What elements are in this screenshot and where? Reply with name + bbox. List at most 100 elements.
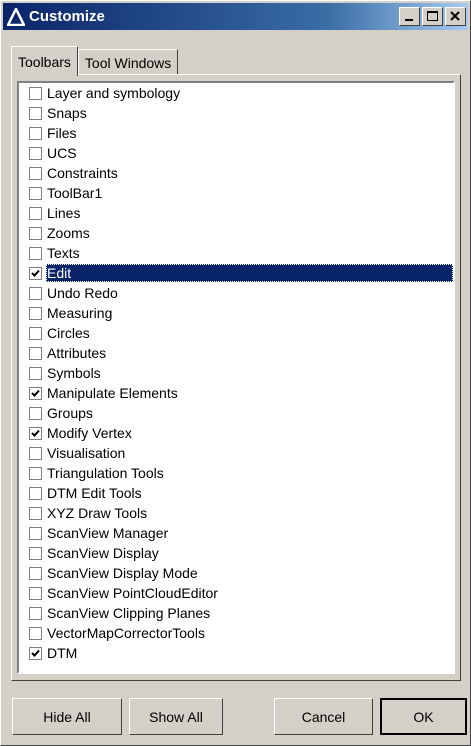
hide-all-button[interactable]: Hide All — [12, 698, 122, 735]
toolbar-label: ScanView Display Mode — [47, 565, 198, 581]
toolbar-label: Groups — [47, 405, 93, 421]
toolbar-label: ToolBar1 — [47, 185, 103, 201]
toolbar-label: Manipulate Elements — [47, 385, 178, 401]
checkmark-icon — [31, 269, 40, 277]
tab-tool-windows[interactable]: Tool Windows — [77, 49, 179, 75]
ok-button[interactable]: OK — [380, 698, 467, 735]
toolbar-label: Measuring — [47, 305, 113, 321]
checkbox[interactable] — [29, 486, 42, 500]
toolbar-label: ScanView Display — [47, 545, 159, 561]
checkbox[interactable] — [29, 446, 42, 460]
minimize-button[interactable] — [399, 7, 420, 26]
toolbar-list-item[interactable]: Texts — [19, 243, 453, 263]
toolbar-label: Layer and symbology — [47, 85, 181, 101]
checkbox[interactable] — [29, 466, 42, 480]
checkbox[interactable] — [29, 606, 42, 620]
checkbox[interactable] — [29, 86, 42, 100]
close-icon — [450, 11, 460, 21]
toolbar-label: DTM Edit Tools — [47, 485, 142, 501]
toolbar-list-item[interactable]: Measuring — [19, 303, 453, 323]
toolbar-list-item[interactable]: Visualisation — [19, 443, 453, 463]
checkmark-icon — [31, 649, 40, 657]
toolbar-list-item[interactable]: Constraints — [19, 163, 453, 183]
checkbox[interactable] — [29, 326, 42, 340]
checkbox[interactable] — [29, 246, 42, 260]
checkbox[interactable] — [29, 266, 42, 280]
toolbar-list-item[interactable]: Undo Redo — [19, 283, 453, 303]
toolbar-list-item[interactable]: XYZ Draw Tools — [19, 503, 453, 523]
checkbox[interactable] — [29, 166, 42, 180]
checkbox[interactable] — [29, 126, 42, 140]
checkbox[interactable] — [29, 366, 42, 380]
checkbox[interactable] — [29, 186, 42, 200]
title-bar[interactable]: Customize — [3, 3, 468, 30]
checkbox[interactable] — [29, 426, 42, 440]
checkbox[interactable] — [29, 226, 42, 240]
checkbox[interactable] — [29, 406, 42, 420]
toolbar-list-item[interactable]: Manipulate Elements — [19, 383, 453, 403]
checkbox[interactable] — [29, 286, 42, 300]
toolbar-list-item[interactable]: ToolBar1 — [19, 183, 453, 203]
tab-strip: Toolbars Tool Windows — [11, 45, 179, 76]
customize-dialog: Customize Toolbars Tool Windows Layer an… — [0, 0, 471, 746]
toolbar-list-item[interactable]: Zooms — [19, 223, 453, 243]
checkbox[interactable] — [29, 386, 42, 400]
toolbar-label: Triangulation Tools — [47, 465, 164, 481]
checkbox[interactable] — [29, 626, 42, 640]
checkmark-icon — [31, 389, 40, 397]
toolbar-list-item[interactable]: VectorMapCorrectorTools — [19, 623, 453, 643]
toolbar-list-item[interactable]: Snaps — [19, 103, 453, 123]
show-all-button[interactable]: Show All — [129, 698, 223, 735]
toolbar-list[interactable]: Layer and symbology Snaps Files UCS Constrai… — [17, 81, 455, 674]
checkbox[interactable] — [29, 646, 42, 660]
toolbar-list-item[interactable]: UCS — [19, 143, 453, 163]
checkbox[interactable] — [29, 506, 42, 520]
toolbar-list-item[interactable]: Files — [19, 123, 453, 143]
maximize-icon — [427, 11, 438, 21]
toolbar-label: VectorMapCorrectorTools — [47, 625, 205, 641]
toolbar-label: ScanView Clipping Planes — [47, 605, 211, 621]
toolbar-list-item[interactable]: ScanView Clipping Planes — [19, 603, 453, 623]
close-button[interactable] — [445, 7, 466, 26]
checkbox[interactable] — [29, 586, 42, 600]
toolbar-label: Edit — [46, 264, 453, 282]
toolbar-list-item[interactable]: ScanView Display Mode — [19, 563, 453, 583]
toolbar-list-item[interactable]: Modify Vertex — [19, 423, 453, 443]
toolbar-label: Circles — [47, 325, 90, 341]
toolbar-list-item[interactable]: ScanView PointCloudEditor — [19, 583, 453, 603]
toolbar-label: XYZ Draw Tools — [47, 505, 148, 521]
cancel-button[interactable]: Cancel — [274, 698, 373, 735]
toolbar-label: Modify Vertex — [47, 425, 132, 441]
toolbar-label: UCS — [47, 145, 77, 161]
checkbox[interactable] — [29, 146, 42, 160]
checkbox[interactable] — [29, 526, 42, 540]
toolbar-list-item[interactable]: ScanView Display — [19, 543, 453, 563]
toolbar-list-item[interactable]: Edit — [19, 263, 453, 283]
toolbar-list-item[interactable]: Layer and symbology — [19, 83, 453, 103]
checkbox[interactable] — [29, 566, 42, 580]
checkbox[interactable] — [29, 346, 42, 360]
maximize-button[interactable] — [422, 7, 443, 26]
toolbar-list-item[interactable]: Symbols — [19, 363, 453, 383]
toolbar-label: ScanView PointCloudEditor — [47, 585, 218, 601]
checkbox[interactable] — [29, 106, 42, 120]
checkbox[interactable] — [29, 546, 42, 560]
window-title: Customize — [29, 8, 105, 25]
toolbar-list-item[interactable]: Groups — [19, 403, 453, 423]
toolbar-list-item[interactable]: Lines — [19, 203, 453, 223]
toolbar-list-item[interactable]: Triangulation Tools — [19, 463, 453, 483]
toolbar-list-item[interactable]: Circles — [19, 323, 453, 343]
checkbox[interactable] — [29, 206, 42, 220]
toolbar-list-item[interactable]: ScanView Manager — [19, 523, 453, 543]
delta-app-icon — [7, 7, 25, 26]
toolbar-label: Snaps — [47, 105, 87, 121]
toolbar-label: Texts — [47, 245, 80, 261]
toolbar-list-item[interactable]: DTM Edit Tools — [19, 483, 453, 503]
tab-toolbars[interactable]: Toolbars — [11, 46, 78, 76]
toolbar-label: Constraints — [47, 165, 118, 181]
toolbar-label: Visualisation — [47, 445, 126, 461]
toolbar-list-item[interactable]: Attributes — [19, 343, 453, 363]
checkbox[interactable] — [29, 306, 42, 320]
toolbar-list-item[interactable]: DTM — [19, 643, 453, 663]
toolbar-label: Attributes — [47, 345, 107, 361]
